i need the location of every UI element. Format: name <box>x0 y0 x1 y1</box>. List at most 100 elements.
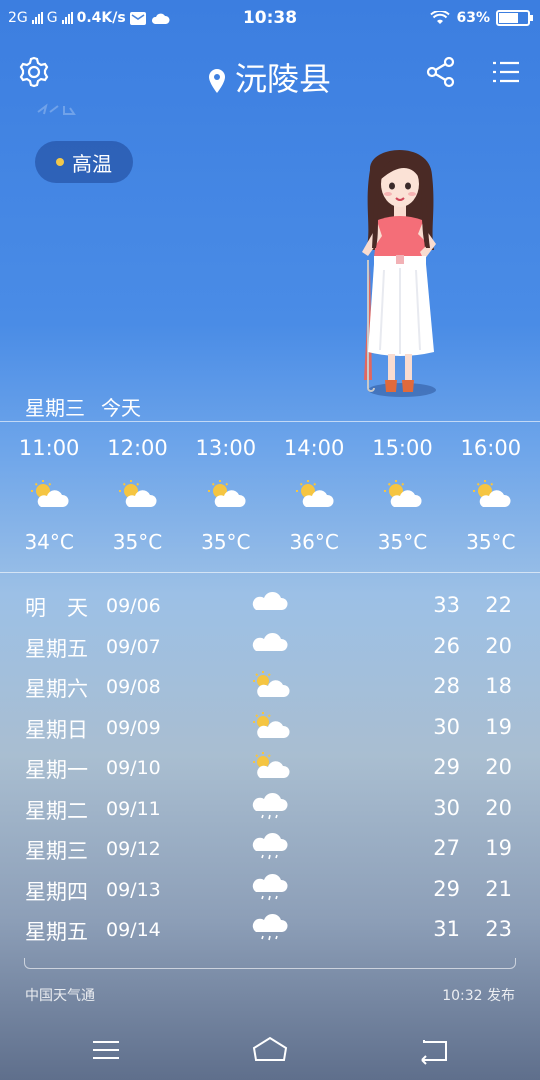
day-low: 20 <box>485 795 512 820</box>
back-nav-icon[interactable] <box>414 1032 454 1068</box>
hourly-forecast[interactable]: 11:00 34°C 12:00 35°C 13:00 35°C 14:00 3… <box>5 436 535 554</box>
rain-icon <box>252 832 288 860</box>
daily-row[interactable]: 星期三 09/12 27 19 <box>0 832 540 874</box>
home-nav-icon[interactable] <box>250 1032 290 1068</box>
day-low: 20 <box>485 633 512 658</box>
daily-row[interactable]: 明 天 09/06 33 22 <box>0 590 540 631</box>
day-low: 20 <box>485 755 512 779</box>
faint-watermark <box>36 102 80 120</box>
day-high: 26 <box>433 633 460 658</box>
day-low: 19 <box>485 836 512 860</box>
day-date: 09/12 <box>106 838 161 860</box>
weather-alert-badge[interactable]: 高温 <box>35 141 133 183</box>
city-name: 沅陵县 <box>234 60 331 98</box>
partly-cloudy-icon <box>93 466 181 522</box>
day-weekday: 星期三 <box>25 839 88 863</box>
day-low: 22 <box>485 593 512 617</box>
hour-temp: 36°C <box>289 530 339 554</box>
hour-temp: 35°C <box>466 530 516 554</box>
day-low: 18 <box>485 674 512 698</box>
daily-forecast[interactable]: 明 天 09/06 33 22 星期五 09/07 26 20 星期六 09/0… <box>0 590 540 955</box>
hourly-item: 14:00 36°C <box>270 436 358 554</box>
today-text: 今天 <box>101 396 141 420</box>
daily-row[interactable]: 星期一 09/10 29 20 <box>0 752 540 793</box>
daily-row[interactable]: 星期日 09/09 30 19 <box>0 711 540 753</box>
hour-temp: 35°C <box>377 530 428 554</box>
expand-forecast-bar[interactable] <box>24 958 516 969</box>
day-low: 23 <box>485 917 512 941</box>
cloudy-icon <box>252 591 288 610</box>
location-pin-icon <box>208 69 225 93</box>
today-weekday: 星期三 <box>25 396 85 420</box>
day-weekday: 星期一 <box>25 758 88 782</box>
day-high: 33 <box>433 593 460 617</box>
status-bar: 2G G 0.4K/s 10:38 63% <box>0 0 540 38</box>
divider-top <box>0 421 540 422</box>
alert-label: 高温 <box>72 151 112 176</box>
character-illustration[interactable] <box>350 140 450 400</box>
cloudy-icon <box>252 632 288 651</box>
day-low: 19 <box>485 714 512 739</box>
day-date: 09/13 <box>106 878 161 901</box>
divider-middle <box>0 572 540 573</box>
hour-time: 13:00 <box>195 436 257 460</box>
rain-icon <box>252 792 288 819</box>
alert-dot <box>56 158 64 166</box>
battery-percent: 63% <box>456 10 490 26</box>
status-right: 63% <box>430 10 533 26</box>
hourly-item: 12:00 35°C <box>93 436 181 554</box>
hour-time: 14:00 <box>283 436 345 460</box>
day-high: 30 <box>433 795 460 820</box>
hour-time: 11:00 <box>18 436 80 460</box>
partly-cloudy-icon <box>253 752 290 778</box>
daily-row[interactable]: 星期六 09/08 28 18 <box>0 671 540 712</box>
day-low: 21 <box>485 876 512 901</box>
partly-cloudy-icon <box>270 466 358 522</box>
menu-list-icon[interactable] <box>488 54 524 90</box>
day-weekday: 星期六 <box>25 677 88 701</box>
day-date: 09/14 <box>106 919 161 941</box>
daily-row[interactable]: 星期五 09/07 26 20 <box>0 631 540 672</box>
day-high: 31 <box>433 917 460 941</box>
day-weekday: 星期五 <box>25 920 88 944</box>
day-weekday: 星期五 <box>25 636 88 661</box>
day-date: 09/10 <box>106 757 161 779</box>
menu-nav-icon[interactable] <box>86 1032 126 1068</box>
daily-row[interactable]: 星期二 09/11 30 20 <box>0 792 540 834</box>
wifi-icon <box>430 11 451 24</box>
rain-icon <box>252 873 288 900</box>
share-icon[interactable] <box>423 54 459 90</box>
day-date: 09/07 <box>106 635 161 658</box>
data-source: 中国天气通 <box>25 988 95 1004</box>
rain-icon <box>252 913 288 941</box>
partly-cloudy-icon <box>253 671 290 697</box>
daily-row[interactable]: 星期四 09/13 29 21 <box>0 873 540 915</box>
hour-temp: 35°C <box>201 530 251 554</box>
day-high: 30 <box>433 714 460 739</box>
day-date: 09/06 <box>106 595 161 617</box>
hour-temp: 34°C <box>24 530 74 554</box>
city-title[interactable]: 沅陵县 <box>0 54 540 100</box>
hourly-item: 16:00 35°C <box>447 436 535 554</box>
partly-cloudy-icon <box>447 466 535 522</box>
partly-cloudy-icon <box>358 466 446 522</box>
day-high: 29 <box>433 755 460 779</box>
day-high: 28 <box>433 674 460 698</box>
hour-time: 12:00 <box>107 436 168 460</box>
day-date: 09/09 <box>106 716 161 739</box>
day-weekday: 星期日 <box>25 717 88 742</box>
hour-temp: 35°C <box>112 530 163 554</box>
hourly-item: 15:00 35°C <box>358 436 446 554</box>
daily-row[interactable]: 星期五 09/14 31 23 <box>0 913 540 955</box>
partly-cloudy-icon <box>5 466 93 522</box>
day-weekday: 星期二 <box>25 798 88 823</box>
partly-cloudy-icon <box>182 466 270 522</box>
day-weekday: 明 天 <box>25 596 88 620</box>
day-date: 09/08 <box>106 676 161 698</box>
publish-time: 10:32 发布 <box>442 988 515 1004</box>
day-high: 27 <box>433 836 460 860</box>
battery-icon <box>496 10 533 26</box>
partly-cloudy-icon <box>253 711 290 738</box>
app-header: 沅陵县 <box>0 52 540 98</box>
hour-time: 15:00 <box>372 436 433 460</box>
